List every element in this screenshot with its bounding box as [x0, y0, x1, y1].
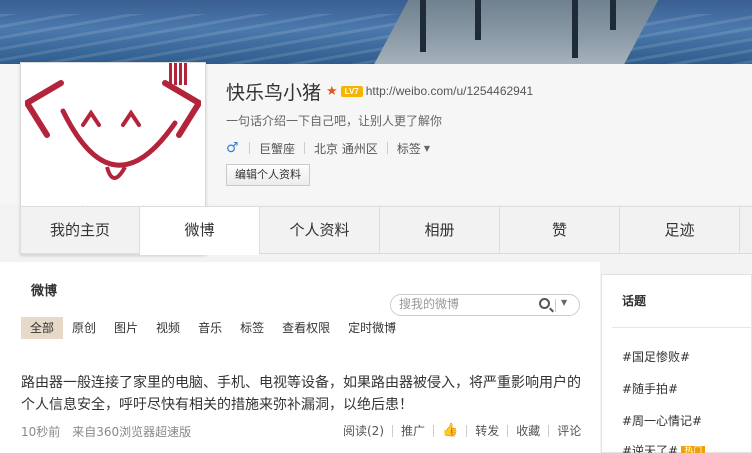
zodiac[interactable]: 巨蟹座: [259, 140, 295, 157]
location[interactable]: 北京 通州区: [314, 140, 378, 157]
sidebar-title: 话题: [622, 294, 647, 308]
topic-link[interactable]: #随手拍#: [622, 380, 678, 397]
edit-profile-button[interactable]: 编辑个人资料: [226, 164, 310, 186]
topic-label: #逆天了#: [622, 444, 679, 453]
topic-link-hot[interactable]: #逆天了# 热门: [622, 442, 706, 453]
filter-music[interactable]: 音乐: [189, 317, 231, 339]
repost-button[interactable]: 转发: [475, 422, 499, 439]
vip-star-icon[interactable]: ★: [326, 84, 338, 99]
filter-scheduled[interactable]: 定时微博: [339, 317, 405, 339]
profile-info: 快乐鸟小猪 ★ LV7 http://weibo.com/u/125446294…: [226, 76, 746, 186]
post-text: 路由器一般连接了家里的电脑、手机、电视等设备，如果路由器被侵入，将严重影响用户的…: [21, 375, 581, 413]
search-icon[interactable]: [539, 298, 550, 309]
avatar[interactable]: [25, 63, 201, 203]
favorite-button[interactable]: 收藏: [516, 422, 540, 439]
profile-tabs: 我的主页 微博 个人资料 相册 赞 足迹: [20, 206, 752, 255]
feed-search: ▼: [390, 294, 580, 316]
promote-button[interactable]: 推广: [401, 422, 425, 439]
tab-weibo[interactable]: 微博: [140, 207, 260, 255]
hot-badge: 热门: [681, 445, 706, 453]
feed-filters: 全部 原创 图片 视频 音乐 标签 查看权限 定时微博: [21, 317, 405, 339]
read-count[interactable]: 阅读(2): [343, 422, 384, 439]
feed-title: 微博: [31, 284, 58, 299]
tab-home[interactable]: 我的主页: [20, 207, 140, 253]
profile-bio[interactable]: 一句话介绍一下自己吧，让别人更了解你: [226, 112, 746, 130]
thumbs-up-icon[interactable]: 👍: [442, 423, 458, 438]
filter-all[interactable]: 全部: [21, 317, 64, 339]
filter-images[interactable]: 图片: [105, 317, 147, 339]
tab-footprints[interactable]: 足迹: [620, 207, 740, 253]
post-actions: 阅读(2) 推广 👍 转发 收藏 评论: [343, 422, 581, 439]
search-input[interactable]: [399, 297, 529, 311]
topic-link[interactable]: #国足惨败#: [622, 348, 690, 365]
chevron-down-icon[interactable]: ▼: [424, 144, 430, 153]
filter-original[interactable]: 原创: [63, 317, 105, 339]
tab-likes[interactable]: 赞: [500, 207, 620, 253]
chevron-down-icon[interactable]: ▼: [561, 298, 567, 307]
post-source[interactable]: 来自360浏览器超速版: [72, 423, 191, 440]
level-badge[interactable]: LV7: [340, 85, 363, 97]
feed-panel: 微博 ▼ 全部 原创 图片 视频 音乐 标签 查看权限 定时微博 路由器一般连接…: [0, 262, 600, 453]
post-time[interactable]: 10秒前: [21, 423, 60, 440]
tags-link[interactable]: 标签: [397, 140, 421, 157]
tab-album[interactable]: 相册: [380, 207, 500, 253]
topics-sidebar: 话题 #国足惨败# #随手拍# #周一心情记# #逆天了# 热门: [601, 274, 752, 453]
male-icon: ♂: [226, 140, 239, 156]
cover-photo: [0, 0, 752, 64]
topic-link[interactable]: #周一心情记#: [622, 412, 702, 429]
profile-url[interactable]: http://weibo.com/u/1254462941: [366, 84, 533, 98]
profile-name: 快乐鸟小猪: [226, 81, 322, 104]
filter-permissions[interactable]: 查看权限: [273, 317, 339, 339]
filter-tags[interactable]: 标签: [231, 317, 273, 339]
tab-profile[interactable]: 个人资料: [260, 207, 380, 253]
comment-button[interactable]: 评论: [557, 422, 581, 439]
filter-videos[interactable]: 视频: [147, 317, 189, 339]
